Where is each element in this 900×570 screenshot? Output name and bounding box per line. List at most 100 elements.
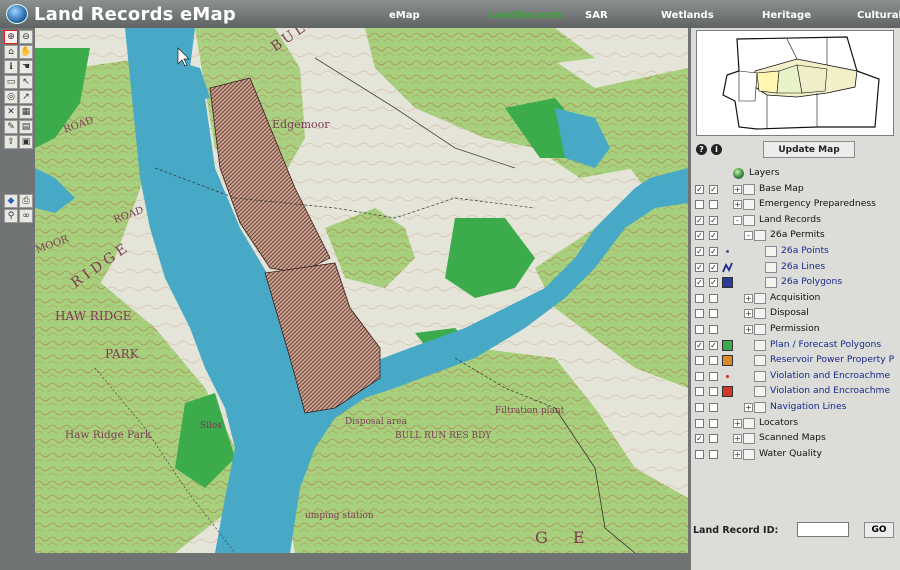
layer-name[interactable]: Violation and Encroachme (770, 370, 890, 381)
expand-icon[interactable]: + (733, 449, 742, 459)
layer-visible-checkbox[interactable]: ✓ (695, 278, 704, 288)
binoculars-tool-icon[interactable]: ∞ (19, 209, 33, 223)
layer-label-checkbox[interactable]: ✓ (709, 340, 718, 350)
layer-visible-checkbox[interactable] (695, 324, 704, 334)
layer-row[interactable]: Violation and Encroachme (691, 369, 900, 385)
layers-tool-icon[interactable]: ◆ (4, 194, 18, 208)
layer-row[interactable]: Reservoir Power Property P (691, 353, 900, 369)
select-box-tool-icon[interactable]: ▭ (4, 75, 18, 89)
layer-name[interactable]: 26a Polygons (781, 276, 842, 287)
layer-row[interactable]: ✓ ✓ + Base Map (691, 182, 900, 198)
layer-row[interactable]: + Water Quality (691, 447, 900, 463)
expand-icon[interactable]: + (733, 184, 742, 194)
layer-visible-checkbox[interactable] (695, 309, 704, 319)
layer-row[interactable]: + Navigation Lines (691, 400, 900, 416)
zoom-in-tool-icon[interactable]: ⊕ (4, 30, 18, 44)
nav-item-landrecords[interactable]: LandRecords (489, 10, 562, 21)
layer-visible-checkbox[interactable]: ✓ (695, 231, 704, 241)
expand-icon[interactable]: + (733, 200, 742, 210)
layer-visible-checkbox[interactable] (695, 356, 704, 366)
layer-label-checkbox[interactable] (709, 356, 718, 366)
collapse-icon[interactable]: - (733, 215, 742, 225)
layer-label-checkbox[interactable]: ✓ (709, 184, 718, 194)
zoom-out-tool-icon[interactable]: ⊖ (19, 30, 33, 44)
layer-label-checkbox[interactable] (709, 449, 718, 459)
layer-row[interactable]: ✓ ✓ - Land Records (691, 213, 900, 229)
layer-label-checkbox[interactable] (709, 418, 718, 428)
nav-item-emap[interactable]: eMap (389, 10, 420, 21)
layer-label-checkbox[interactable]: ✓ (709, 231, 718, 241)
nav-item-wetlands[interactable]: Wetlands (661, 10, 714, 21)
collapse-icon[interactable]: - (744, 231, 753, 241)
layer-label-checkbox[interactable]: ✓ (709, 215, 718, 225)
nav-item-cultural[interactable]: Cultural (857, 10, 900, 21)
topo-map-canvas[interactable]: Edgemoor BULL RUN ROAD RIDGE HAW RIDGE P… (35, 28, 688, 553)
measure-tool-icon[interactable]: ↗ (19, 90, 33, 104)
layer-label-checkbox[interactable]: ✓ (709, 262, 718, 272)
layer-label-checkbox[interactable]: ✓ (709, 246, 718, 256)
layer-row[interactable]: + Permission (691, 322, 900, 338)
layer-visible-checkbox[interactable]: ✓ (695, 262, 704, 272)
layer-name[interactable]: Violation and Encroachme (770, 385, 890, 396)
layer-row[interactable]: ✓ + Scanned Maps (691, 431, 900, 447)
expand-icon[interactable]: + (733, 418, 742, 428)
layer-visible-checkbox[interactable] (695, 371, 704, 381)
layer-visible-checkbox[interactable] (695, 200, 704, 210)
pan-tool-icon[interactable]: ✋ (19, 45, 33, 59)
expand-icon[interactable]: + (733, 434, 742, 444)
go-button[interactable]: GO (864, 522, 894, 538)
layer-label-checkbox[interactable] (709, 324, 718, 334)
expand-icon[interactable]: + (744, 402, 753, 412)
help-icon[interactable]: ? (696, 144, 707, 155)
layer-row[interactable]: + Emergency Preparedness (691, 197, 900, 213)
layer-row[interactable]: Violation and Encroachme (691, 384, 900, 400)
expand-icon[interactable]: + (744, 324, 753, 334)
expand-icon[interactable]: + (744, 309, 753, 319)
layer-visible-checkbox[interactable]: ✓ (695, 246, 704, 256)
nav-item-sar[interactable]: SAR (585, 10, 608, 21)
map-view[interactable]: Edgemoor BULL RUN ROAD RIDGE HAW RIDGE P… (35, 28, 688, 553)
save-tool-icon[interactable]: ▣ (19, 135, 33, 149)
layer-row[interactable]: ✓ ✓ 26a Polygons (691, 275, 900, 291)
layer-visible-checkbox[interactable] (695, 293, 704, 303)
pointer-tool-icon[interactable]: ↖ (19, 75, 33, 89)
link-tool-icon[interactable]: ⚲ (4, 209, 18, 223)
clear-tool-icon[interactable]: ✕ (4, 105, 18, 119)
layer-visible-checkbox[interactable]: ✓ (695, 434, 704, 444)
layer-row[interactable]: ✓ ✓ 26a Points (691, 244, 900, 260)
layer-row[interactable]: ✓ ✓ - 26a Permits (691, 228, 900, 244)
zoom-full-tool-icon[interactable]: ⌂ (4, 45, 18, 59)
layer-name[interactable]: Reservoir Power Property P (770, 354, 894, 365)
layer-visible-checkbox[interactable] (695, 402, 704, 412)
select-tool-icon[interactable]: ▦ (19, 105, 33, 119)
layer-row[interactable]: + Acquisition (691, 291, 900, 307)
layer-label-checkbox[interactable] (709, 309, 718, 319)
update-map-button[interactable]: Update Map (763, 141, 855, 158)
erase-tool-icon[interactable]: ✎ (4, 120, 18, 134)
layer-visible-checkbox[interactable]: ✓ (695, 340, 704, 350)
nav-item-heritage[interactable]: Heritage (762, 10, 811, 21)
layer-name[interactable]: Navigation Lines (770, 401, 846, 412)
layer-visible-checkbox[interactable] (695, 449, 704, 459)
print-tool-icon[interactable]: ⎙ (19, 194, 33, 208)
buffer-tool-icon[interactable]: ◎ (4, 90, 18, 104)
layer-name[interactable]: 26a Points (781, 245, 829, 256)
layer-row[interactable]: + Disposal (691, 306, 900, 322)
layer-label-checkbox[interactable] (709, 402, 718, 412)
layer-label-checkbox[interactable] (709, 293, 718, 303)
layer-name[interactable]: 26a Lines (781, 261, 825, 272)
layer-row[interactable]: ✓ ✓ Plan / Forecast Polygons (691, 338, 900, 354)
layer-name[interactable]: Plan / Forecast Polygons (770, 339, 881, 350)
layer-visible-checkbox[interactable] (695, 418, 704, 428)
land-record-id-input[interactable] (797, 522, 849, 537)
layer-row[interactable]: + Locators (691, 416, 900, 432)
hand-tool-icon[interactable]: ☚ (19, 60, 33, 74)
layer-row[interactable]: ✓ ✓ 26a Lines (691, 260, 900, 276)
identify-tool-icon[interactable]: ℹ (4, 60, 18, 74)
layer-visible-checkbox[interactable] (695, 387, 704, 397)
layer-label-checkbox[interactable] (709, 371, 718, 381)
query-tool-icon[interactable]: ▤ (19, 120, 33, 134)
expand-icon[interactable]: + (744, 293, 753, 303)
export-tool-icon[interactable]: ⇪ (4, 135, 18, 149)
layer-visible-checkbox[interactable]: ✓ (695, 184, 704, 194)
